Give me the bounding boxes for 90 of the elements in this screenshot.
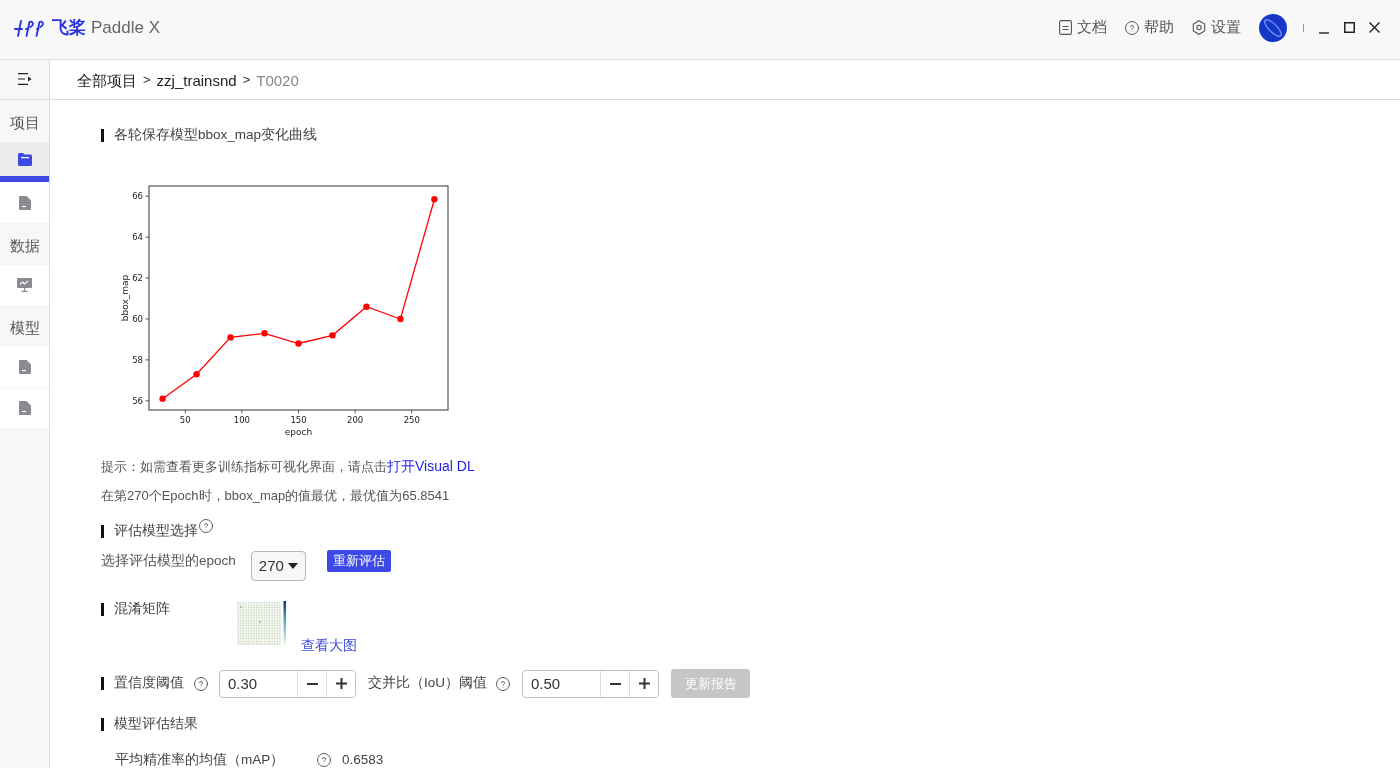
current-page-title: T0020 xyxy=(256,70,299,91)
iou-input[interactable]: 0.50 xyxy=(523,670,600,697)
docs-link[interactable]: 文档 xyxy=(1059,16,1107,39)
y-tick-label: 64 xyxy=(132,232,143,243)
data-point xyxy=(261,330,268,337)
minus-icon xyxy=(609,682,621,685)
maximize-button[interactable] xyxy=(1341,19,1357,36)
iou-stepper[interactable]: 0.50 xyxy=(522,669,659,698)
confidence-threshold-label: 置信度阈值 xyxy=(114,674,184,693)
help-icon xyxy=(496,676,510,691)
sidebar-nav-item[interactable] xyxy=(0,183,49,223)
help-icon xyxy=(194,676,208,691)
plus-icon xyxy=(638,678,650,689)
heading-marker xyxy=(101,524,104,538)
confidence-stepper[interactable]: 0.30 xyxy=(219,669,356,698)
y-tick-label: 60 xyxy=(132,313,143,324)
section-heading: 混淆矩阵 xyxy=(114,599,170,618)
collapse-menu-icon[interactable] xyxy=(17,73,32,85)
confusion-matrix-thumbnail xyxy=(237,601,287,648)
hint-text: 提示：如需查看更多训练指标可视化界面，请点击打开Visual DL xyxy=(101,457,475,476)
data-point xyxy=(397,315,404,323)
data-point xyxy=(227,334,234,341)
settings-icon xyxy=(1192,20,1206,35)
heading-marker xyxy=(101,717,104,731)
x-tick-label: 100 xyxy=(233,415,250,425)
brand-name: 飞桨 xyxy=(52,16,86,39)
x-axis-label: epoch xyxy=(284,427,313,437)
x-tick-label: 150 xyxy=(290,415,307,425)
sidebar-section-label: 项目 xyxy=(9,112,40,133)
document-icon xyxy=(18,360,31,374)
help-icon xyxy=(317,753,331,767)
x-tick-label: 250 xyxy=(403,415,420,425)
help-icon xyxy=(199,519,213,533)
product-name: Paddle X xyxy=(91,16,160,39)
document-icon xyxy=(18,401,31,415)
avatar-icon[interactable] xyxy=(1259,13,1287,42)
monitor-chart-icon xyxy=(17,278,32,292)
epoch-select-label: 选择评估模型的epoch xyxy=(101,552,236,570)
increment-button[interactable] xyxy=(629,670,658,697)
best-epoch-note: 在第270个Epoch时，bbox_map的值最优，最优值为65.8541 xyxy=(101,487,450,505)
data-point xyxy=(159,395,166,402)
minus-icon xyxy=(306,682,318,685)
epoch-select[interactable]: 270 xyxy=(250,551,306,581)
data-point xyxy=(295,340,302,347)
sidebar-nav-item[interactable] xyxy=(0,347,49,387)
section-heading: 模型评估结果 xyxy=(114,714,198,733)
caret-down-icon xyxy=(287,563,298,569)
maximize-icon xyxy=(1343,22,1355,33)
folder-icon xyxy=(17,152,32,166)
y-tick-label: 58 xyxy=(132,354,143,365)
y-tick-label: 56 xyxy=(132,395,143,406)
sidebar-section-label: 数据 xyxy=(9,235,40,256)
y-tick-label: 66 xyxy=(132,191,143,202)
x-tick-label: 50 xyxy=(179,415,191,425)
metric-value: 0.6583 xyxy=(342,752,384,768)
visualdl-link[interactable]: 打开Visual DL xyxy=(387,458,475,474)
view-large-link[interactable]: 查看大图 xyxy=(301,635,357,655)
help-link[interactable]: 帮助 xyxy=(1125,16,1174,39)
section-heading: 各轮保存模型bbox_map变化曲线 xyxy=(114,125,318,144)
heading-marker xyxy=(101,677,104,690)
help-icon xyxy=(1125,20,1139,35)
x-tick-label: 200 xyxy=(347,415,364,425)
sidebar-nav-item[interactable] xyxy=(0,142,49,182)
re-evaluate-button[interactable]: 重新评估 xyxy=(326,550,391,572)
heading-marker xyxy=(101,602,104,616)
document-icon xyxy=(18,196,31,210)
breadcrumb-link[interactable]: 全部项目 xyxy=(77,69,137,93)
data-point xyxy=(193,371,200,378)
sidebar-nav-item[interactable] xyxy=(0,388,49,428)
iou-threshold-label: 交并比（IoU）阈值 xyxy=(368,674,487,693)
sidebar-section-label: 模型 xyxy=(9,317,40,338)
data-point xyxy=(329,332,336,339)
heading-marker xyxy=(101,128,104,142)
confidence-input[interactable]: 0.30 xyxy=(220,670,297,697)
sidebar-nav-item[interactable] xyxy=(0,265,49,305)
settings-link[interactable]: 设置 xyxy=(1192,16,1241,39)
data-point xyxy=(431,196,438,203)
breadcrumb-separator: > xyxy=(242,70,251,89)
minimize-icon xyxy=(1319,31,1329,34)
y-tick-label: 62 xyxy=(132,273,143,284)
y-axis-label: bbox_map xyxy=(120,274,130,322)
section-heading: 评估模型选择 xyxy=(114,522,198,540)
plus-icon xyxy=(335,678,347,689)
data-point xyxy=(363,303,370,310)
metric-label: 平均精准率的均值（mAP） xyxy=(115,752,286,768)
breadcrumb-separator: > xyxy=(143,70,151,89)
breadcrumb-link[interactable]: zzj_trainsnd xyxy=(156,69,237,93)
document-icon xyxy=(1059,20,1072,35)
increment-button[interactable] xyxy=(326,670,355,697)
close-icon xyxy=(1368,22,1380,33)
